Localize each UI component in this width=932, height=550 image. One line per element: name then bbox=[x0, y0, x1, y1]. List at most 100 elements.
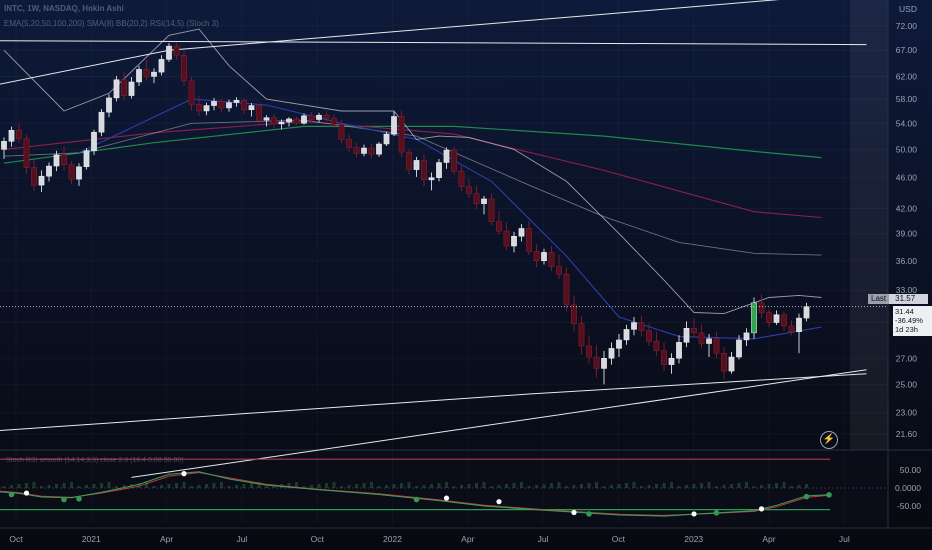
osc-histogram-bar bbox=[17, 484, 21, 488]
candle-body bbox=[121, 79, 127, 96]
osc-histogram-bar bbox=[115, 486, 118, 488]
candle-body bbox=[653, 340, 660, 352]
current-price: 31.44 bbox=[895, 307, 914, 316]
osc-cross-dot-white bbox=[443, 495, 450, 501]
osc-histogram-bar bbox=[617, 484, 621, 488]
osc-histogram-bar bbox=[197, 485, 201, 488]
candle-body bbox=[736, 339, 742, 358]
candle-body bbox=[361, 147, 367, 154]
osc-cross-dot-green bbox=[61, 496, 67, 503]
osc-histogram-bar bbox=[152, 486, 156, 488]
osc-histogram-bar bbox=[662, 483, 666, 488]
osc-histogram-bar bbox=[610, 485, 613, 488]
candle-body bbox=[46, 165, 52, 177]
chart-canvas[interactable]: 72.00 67.00 62.00 58.00 54.00 50.00 46.00 42.00… bbox=[0, 0, 932, 550]
osc-histogram-bar bbox=[332, 482, 336, 488]
candle-body bbox=[301, 115, 307, 124]
osc-histogram-bar bbox=[205, 484, 208, 488]
y-tick-label: 67.00 bbox=[896, 45, 918, 55]
osc-histogram-bar bbox=[392, 484, 396, 488]
candle-body bbox=[623, 329, 630, 341]
osc-cross-dot-green bbox=[713, 510, 720, 516]
osc-histogram-bar bbox=[40, 486, 43, 488]
osc-histogram-bar bbox=[265, 486, 268, 488]
osc-histogram-bar bbox=[797, 485, 801, 488]
candle-body bbox=[151, 71, 157, 77]
last-value: 31.57 bbox=[895, 294, 916, 303]
candle-body bbox=[256, 105, 262, 121]
x-tick-label: Jul bbox=[538, 534, 549, 544]
candle-body bbox=[233, 99, 240, 103]
y-tick-label: 39.00 bbox=[896, 229, 918, 239]
series-ema-50 bbox=[3, 119, 822, 256]
candles-group bbox=[1, 42, 810, 385]
series-channel-lower bbox=[0, 373, 867, 432]
osc-histogram-bar bbox=[400, 483, 403, 488]
candle-body bbox=[563, 273, 570, 306]
last-label: Last bbox=[868, 294, 890, 304]
candle-body bbox=[443, 149, 450, 163]
osc-histogram-bar bbox=[235, 485, 238, 488]
x-tick-label: Apr bbox=[160, 534, 173, 544]
y-tick-label: 54.00 bbox=[896, 118, 918, 128]
osc-histogram-bar bbox=[370, 482, 373, 488]
x-tick-label: 2023 bbox=[684, 534, 703, 544]
y-tick-label: 21.60 bbox=[896, 429, 918, 439]
osc-cross-dot-green bbox=[586, 511, 592, 517]
candle-body bbox=[473, 193, 480, 204]
osc-histogram-bar bbox=[497, 485, 501, 488]
candle-body bbox=[383, 133, 390, 145]
osc-histogram-bar bbox=[317, 484, 321, 488]
candle-body bbox=[608, 348, 615, 359]
osc-histogram-bar bbox=[2, 486, 6, 488]
osc-cross-dot-green bbox=[8, 491, 15, 498]
osc-histogram-bar bbox=[415, 486, 418, 488]
osc-histogram-bar bbox=[385, 485, 388, 488]
candle-body bbox=[203, 105, 210, 112]
candle-body bbox=[173, 45, 180, 56]
osc-histogram-bar bbox=[430, 484, 433, 488]
osc-histogram-bar bbox=[32, 482, 36, 488]
lightning-icon[interactable]: ⚡ bbox=[820, 431, 838, 449]
candle-body bbox=[106, 97, 112, 113]
candle-body bbox=[706, 338, 712, 344]
candle-body bbox=[533, 251, 540, 262]
osc-histogram-bar bbox=[677, 486, 681, 488]
candle-body bbox=[503, 230, 510, 247]
candle-body bbox=[338, 124, 345, 140]
last-price-badge: Last 31.57 bbox=[868, 294, 928, 304]
osc-histogram-bar bbox=[535, 485, 538, 488]
candle-body bbox=[713, 338, 720, 354]
candle-body bbox=[766, 312, 772, 323]
osc-histogram-bar bbox=[595, 482, 598, 488]
candle-body bbox=[113, 79, 120, 99]
osc-histogram-bar bbox=[310, 485, 313, 488]
candle-body bbox=[646, 330, 652, 342]
candle-body bbox=[413, 160, 420, 170]
osc-histogram-bar bbox=[460, 485, 463, 488]
osc-histogram-bar bbox=[467, 484, 471, 488]
series-bb-upper bbox=[3, 28, 822, 315]
candle-body bbox=[248, 105, 255, 111]
osc-histogram-bar bbox=[212, 483, 216, 488]
candle-body bbox=[743, 332, 750, 341]
candle-body bbox=[616, 339, 622, 349]
candle-body bbox=[181, 55, 187, 82]
osc-cross-dot-white bbox=[571, 509, 577, 516]
osc-histogram-bar bbox=[730, 484, 733, 488]
candle-body bbox=[368, 147, 375, 155]
candle-body bbox=[61, 154, 67, 165]
candle-body bbox=[263, 117, 270, 121]
osc-histogram-bar bbox=[160, 485, 163, 488]
candle-body bbox=[331, 118, 337, 125]
osc-histogram-bar bbox=[790, 486, 793, 488]
osc-histogram-bar bbox=[182, 482, 186, 488]
candle-body bbox=[211, 101, 217, 106]
osc-histogram-bar bbox=[445, 482, 448, 488]
osc-histogram-bar bbox=[175, 483, 178, 488]
osc-histogram-bar bbox=[632, 482, 636, 488]
candle-body bbox=[803, 306, 810, 319]
osc-histogram-bar bbox=[520, 482, 523, 488]
candle-body bbox=[376, 143, 382, 155]
osc-histogram-bar bbox=[407, 482, 411, 488]
